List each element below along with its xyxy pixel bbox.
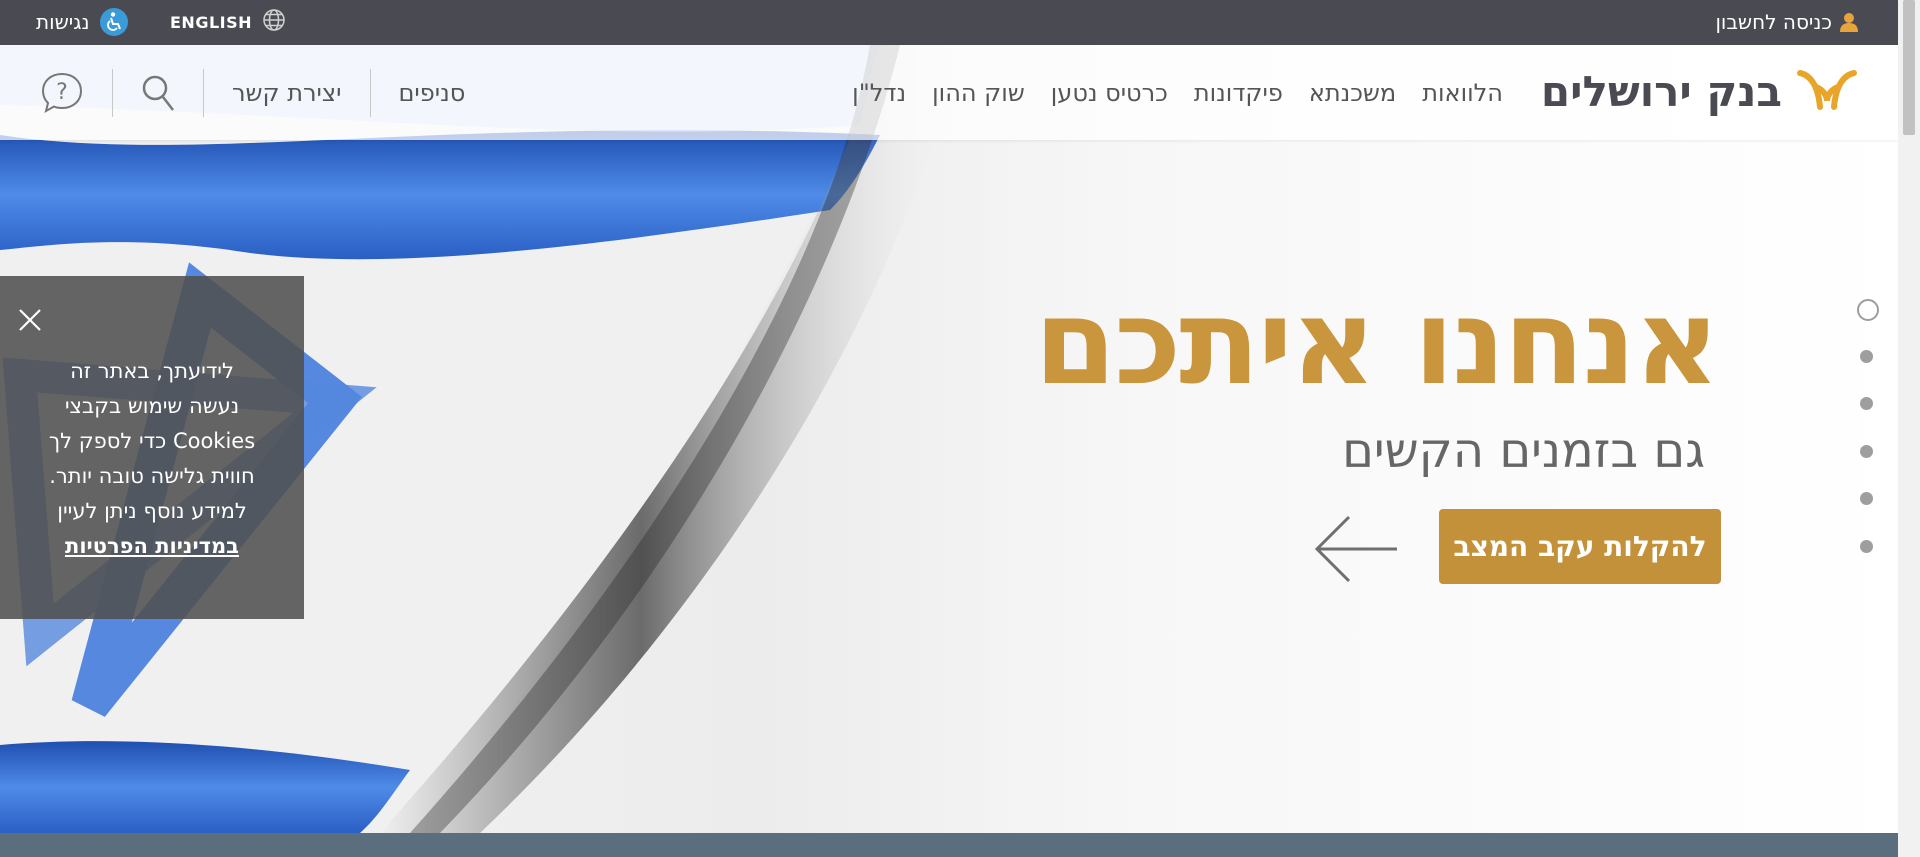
language-switch[interactable]: ENGLISH [170,7,286,37]
slider-dot-2[interactable] [1860,350,1873,363]
cookie-notice: לידיעתך, באתר זה נעשה שימוש בקבצי Cookie… [0,276,304,619]
separator [203,69,204,117]
close-icon[interactable] [18,308,42,336]
login-link[interactable]: כניסה לחשבון [1715,7,1858,37]
nav-item-prepaid-card[interactable]: כרטיס נטען [1051,79,1168,107]
contact-link[interactable]: יצירת קשר [232,79,342,107]
search-icon[interactable] [141,74,175,112]
main-nav: הלוואות משכנתא פיקדונות כרטיס נטען שוק ה… [852,73,1503,113]
cookie-line: חווית גלישה טובה יותר. [49,464,255,488]
next-section-strip [0,833,1898,857]
nav-item-deposits[interactable]: פיקדונות [1194,79,1283,107]
main-header: בנק ירושלים הלוואות משכנתא פיקדונות כרטי… [0,45,1898,140]
login-label: כניסה לחשבון [1715,10,1832,34]
left-arrow-icon[interactable] [1314,514,1399,588]
hero-subtitle: גם בזמנים הקשים [1342,423,1705,479]
cookie-line: לידיעתך, באתר זה [70,359,234,383]
bank-logo-icon [1796,67,1858,115]
scrollbar-thumb[interactable] [1903,0,1915,135]
cookie-text: לידיעתך, באתר זה נעשה שימוש בקבצי Cookie… [20,354,284,564]
svg-text:?: ? [56,80,68,105]
accessibility-label: נגישות [36,10,90,34]
page-scrollbar[interactable] [1898,0,1920,857]
separator [112,69,113,117]
branches-link[interactable]: סניפים [399,79,466,107]
bank-logo[interactable]: בנק ירושלים [1541,61,1858,121]
chat-help-icon[interactable]: ? [40,71,84,115]
relief-cta-button[interactable]: להקלות עקב המצב [1439,509,1721,584]
nav-item-capital-market[interactable]: שוק ההון [932,79,1025,107]
slider-dot-4[interactable] [1860,445,1873,458]
globe-icon [262,8,286,36]
language-label: ENGLISH [170,12,253,32]
top-utility-bar: כניסה לחשבון ENGLISH נגישות [0,0,1898,45]
accessibility-icon [99,8,128,36]
slider-dot-5[interactable] [1860,492,1873,505]
privacy-policy-link[interactable]: במדיניות הפרטיות [65,534,239,558]
user-icon [1840,12,1858,32]
nav-item-real-estate[interactable]: נדל"ן [852,79,906,107]
cookie-line: נעשה שימוש בקבצי [64,394,240,418]
accessibility-link[interactable]: נגישות [36,7,128,37]
nav-item-mortgage[interactable]: משכנתא [1309,79,1396,107]
bank-logo-text: בנק ירושלים [1540,66,1782,116]
nav-item-loans[interactable]: הלוואות [1422,79,1503,107]
cookie-line: למידע נוסף ניתן לעיין [57,499,247,523]
cookie-line: Cookies כדי לספק לך [48,429,256,453]
slider-dot-1[interactable] [1857,299,1879,321]
slider-dot-6[interactable] [1860,540,1873,553]
hero-title: אנחנו איתכם [1034,273,1720,411]
separator [369,69,371,117]
slider-dot-3[interactable] [1860,397,1873,410]
header-utilities: ? יצירת קשר סניפים [40,63,465,123]
